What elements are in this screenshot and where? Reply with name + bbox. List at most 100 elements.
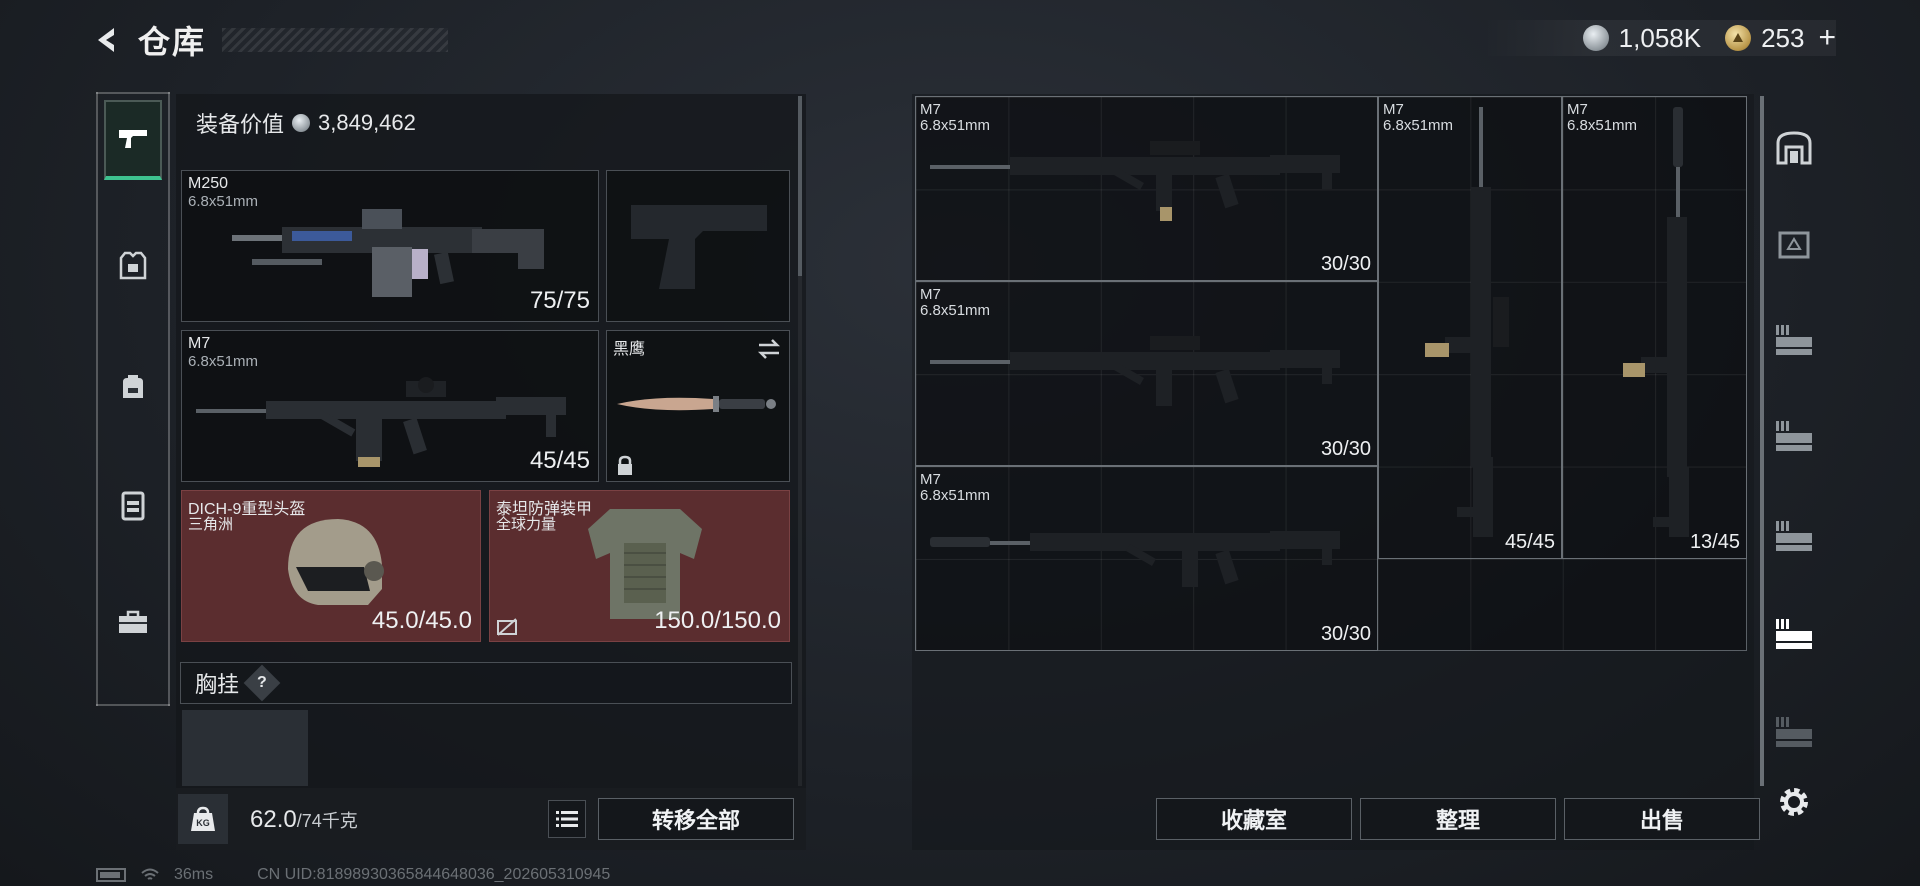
settings-button[interactable] <box>1772 780 1816 824</box>
sort-button[interactable]: 整理 <box>1360 798 1556 840</box>
melee-slot[interactable]: 黑鹰 <box>606 330 790 482</box>
m250-image <box>232 209 544 297</box>
toolbox-icon <box>119 610 147 633</box>
item-ammo: 13/45 <box>1689 531 1740 553</box>
equipment-value: 装备价值 3,849,462 <box>196 108 416 138</box>
item-ammo: 45/45 <box>1504 531 1555 553</box>
storage-scroll-thumb[interactable] <box>1760 96 1764 786</box>
nav-vest[interactable] <box>104 466 162 546</box>
storage-page-icon <box>1776 421 1812 451</box>
tab-storage-6[interactable] <box>1772 612 1816 656</box>
category-nav <box>96 92 170 706</box>
nav-armor[interactable] <box>104 226 162 306</box>
pistol-slot[interactable] <box>606 170 790 322</box>
storage-item[interactable]: M7 6.8x51mm 45/45 <box>1378 96 1562 559</box>
weight-current: 62.0 <box>250 806 297 833</box>
loadout-scroll-thumb[interactable] <box>798 96 802 276</box>
pistol-placeholder-icon <box>631 205 767 289</box>
equipment-value-label: 装备价值 <box>196 112 285 137</box>
helmet-image <box>288 519 384 605</box>
nav-toolbox[interactable] <box>104 582 162 662</box>
armor-slot[interactable]: 泰坦防弹装甲 全球力量 150.0/150.0 <box>489 490 790 642</box>
lock-icon <box>618 455 632 475</box>
item-name: M7 <box>1383 101 1404 118</box>
player-uid: CN UID:8189893036584464803​6_20260531094… <box>257 866 611 883</box>
storage-page-icon <box>1776 521 1812 551</box>
armor-icon <box>119 251 147 280</box>
page-title: 仓库 <box>138 24 207 60</box>
silver-coin-icon <box>1582 25 1609 51</box>
m7-vertical-image <box>1425 107 1509 537</box>
m7-suppressed-image <box>930 531 1340 587</box>
nav-weapons[interactable] <box>104 100 162 180</box>
armor-durability: 150.0/150.0 <box>654 607 781 634</box>
tab-storage-4[interactable] <box>1772 414 1816 458</box>
gear-icon <box>1780 788 1808 816</box>
m7-image <box>930 336 1340 406</box>
knife-image <box>617 396 776 412</box>
m7-vertical-suppressed-image <box>1623 107 1689 537</box>
item-name: M7 <box>920 471 941 488</box>
weapon-ammo: 75/75 <box>529 287 590 314</box>
help-button[interactable]: ? <box>243 664 281 702</box>
item-name: M7 <box>920 101 941 118</box>
item-ammo: 30/30 <box>1320 438 1371 460</box>
weapon-name: M250 <box>188 175 229 192</box>
ping-value: 36ms <box>174 866 214 883</box>
sell-button[interactable]: 出售 <box>1564 798 1760 840</box>
tab-storage-7[interactable] <box>1772 710 1816 754</box>
chest-rig-slot[interactable] <box>182 710 308 786</box>
storage-page-icon <box>1776 325 1812 355</box>
secondary-weapon-slot[interactable]: M7 6.8x51mm 45/45 <box>181 330 599 482</box>
kg-label: KG <box>196 818 210 828</box>
list-icon <box>556 811 578 827</box>
collection-room-button[interactable]: 收藏室 <box>1156 798 1352 840</box>
m7-image <box>930 141 1340 221</box>
storage-item[interactable]: M7 6.8x51mm 30/30 <box>915 281 1378 466</box>
battery-icon <box>96 868 126 882</box>
helmet-slot[interactable]: DICH-9重型头盔 三角洲 45.0/45.0 <box>181 490 481 642</box>
silver-value: 1,058K <box>1618 22 1702 53</box>
equipment-value-amount: 3,849,462 <box>318 110 416 135</box>
safehouse-icon <box>1776 131 1812 165</box>
armor-brand: 全球力量 <box>496 516 557 533</box>
silver-coin-icon <box>292 114 311 132</box>
item-ammo: 30/30 <box>1320 253 1371 275</box>
no-repair-icon <box>497 618 517 636</box>
chest-rig-header: 胸挂 ? <box>180 662 792 704</box>
storage-item[interactable]: M7 6.8x51mm 30/30 <box>915 466 1378 651</box>
tab-safehouse[interactable] <box>1772 126 1816 170</box>
item-ammo: 30/30 <box>1320 623 1371 645</box>
help-label: ? <box>257 674 267 691</box>
gold-value: 253 <box>1761 22 1805 53</box>
list-view-button[interactable] <box>548 800 586 838</box>
back-arrow-icon[interactable] <box>90 23 124 57</box>
pistol-icon <box>119 130 147 148</box>
helmet-brand: 三角洲 <box>188 516 234 533</box>
storage-item[interactable]: M7 6.8x51mm 13/45 <box>1562 96 1747 559</box>
vest-icon <box>121 491 145 521</box>
wifi-icon <box>141 868 159 880</box>
m7-image <box>196 377 566 467</box>
storage-page-icon <box>1776 619 1812 649</box>
system-status-bar: 36ms CN UID:8189893036584464803​6_202605… <box>96 866 610 884</box>
carry-weight: 62.0/74千克 <box>250 806 358 834</box>
add-currency-button[interactable]: + <box>1818 23 1836 53</box>
currency-bar: 1,058K 253 + <box>1482 20 1836 56</box>
backpack-icon <box>123 375 143 398</box>
nav-backpack[interactable] <box>104 346 162 426</box>
swap-icon[interactable] <box>755 337 783 361</box>
transfer-all-button[interactable]: 转移全部 <box>598 798 794 840</box>
gold-coin-icon <box>1725 25 1752 51</box>
storage-item[interactable]: M7 6.8x51mm 30/30 <box>915 96 1378 281</box>
weight-icon: KG <box>178 794 228 844</box>
header: 仓库 <box>90 18 206 62</box>
helmet-durability: 45.0/45.0 <box>371 607 472 634</box>
item-name: M7 <box>1567 101 1588 118</box>
primary-weapon-slot[interactable]: M250 6.8x51mm 75/75 <box>181 170 599 322</box>
melee-name: 黑鹰 <box>613 341 646 358</box>
tab-storage-5[interactable] <box>1772 514 1816 558</box>
tab-storage-3[interactable] <box>1772 318 1816 362</box>
tab-storage-all[interactable] <box>1772 222 1816 266</box>
item-name: M7 <box>920 286 941 303</box>
